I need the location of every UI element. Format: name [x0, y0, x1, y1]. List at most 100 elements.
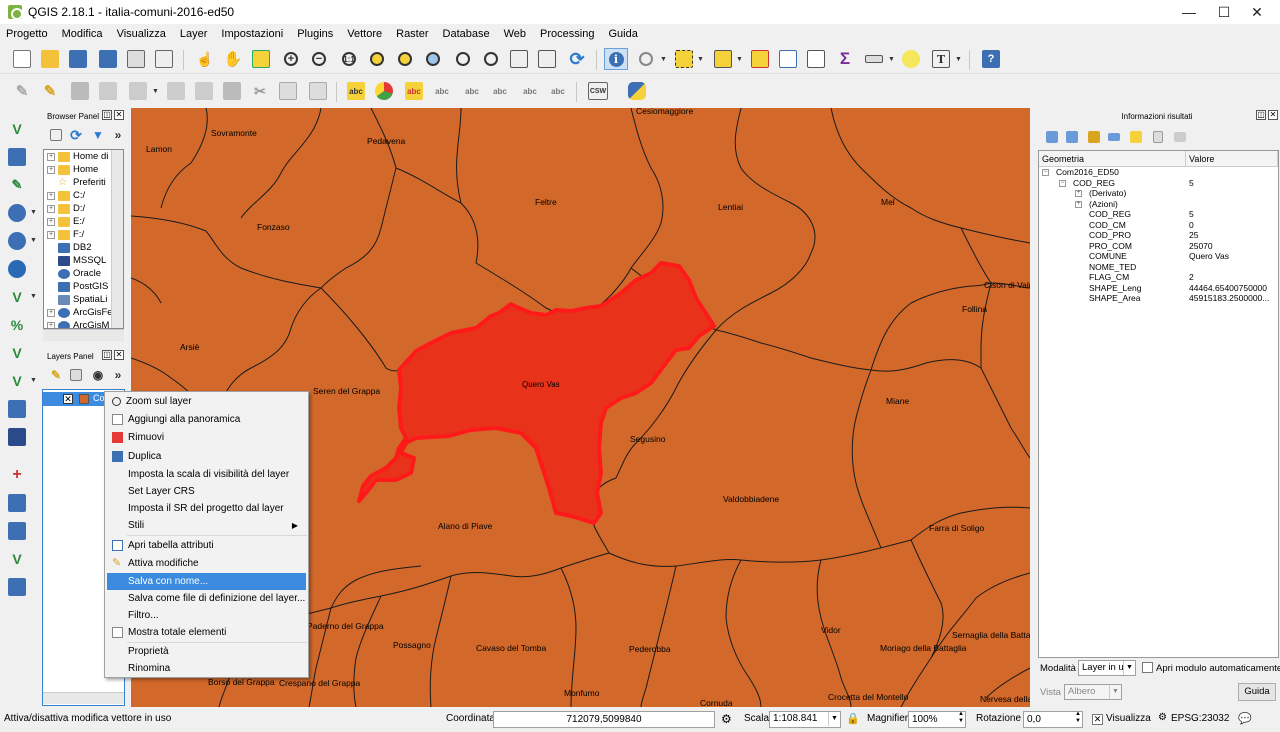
- menu-impostazioni[interactable]: Impostazioni: [214, 26, 290, 44]
- node-tool-icon[interactable]: [164, 80, 188, 102]
- save-edits-icon[interactable]: [68, 80, 92, 102]
- chevron-down-icon[interactable]: ▼: [152, 88, 159, 95]
- refresh-icon[interactable]: ⟳: [565, 48, 589, 70]
- menu-vettore[interactable]: Vettore: [340, 26, 389, 44]
- measure-line-icon[interactable]: [862, 48, 886, 70]
- chevron-down-icon[interactable]: ▼: [30, 377, 37, 384]
- zoom-full-icon[interactable]: [365, 48, 389, 70]
- composer-manager-icon[interactable]: [152, 48, 176, 70]
- toggle-editing-icon[interactable]: ✎: [38, 80, 62, 102]
- menu-item-set-layer-crs[interactable]: Set Layer CRS: [107, 483, 306, 500]
- menu-web[interactable]: Web: [497, 26, 533, 44]
- trash-icon[interactable]: [220, 80, 244, 102]
- copy-features-icon[interactable]: [276, 80, 300, 102]
- touch-zoom-icon[interactable]: ☝: [193, 48, 217, 70]
- zoom-out-icon[interactable]: −: [307, 48, 331, 70]
- highlight-label-icon[interactable]: abc: [402, 80, 426, 102]
- browser-scrollbar[interactable]: [111, 150, 123, 328]
- save-as-icon[interactable]: [96, 48, 120, 70]
- refresh-icon[interactable]: ⟳: [64, 124, 88, 146]
- menu-plugins[interactable]: Plugins: [290, 26, 340, 44]
- zoom-last-icon[interactable]: [451, 48, 475, 70]
- add-wfs-layer-icon[interactable]: V: [6, 286, 28, 308]
- menu-item-properties[interactable]: Proprietà: [107, 643, 306, 660]
- help-icon[interactable]: ?: [979, 48, 1003, 70]
- menu-item-rename[interactable]: Rinomina: [107, 660, 306, 677]
- pan-to-selection-icon[interactable]: [249, 48, 273, 70]
- collapse-tree-icon[interactable]: [1060, 126, 1084, 148]
- add-mesh-layer-icon[interactable]: [6, 576, 28, 598]
- more-icon[interactable]: »: [106, 364, 130, 386]
- print-icon[interactable]: [1168, 126, 1192, 148]
- rotation-field[interactable]: 0,0: [1023, 711, 1083, 728]
- rotate-label-icon[interactable]: abc: [518, 80, 542, 102]
- scale-select[interactable]: 1:108.841 ▼: [769, 711, 841, 728]
- chevron-down-icon[interactable]: ▼: [30, 209, 37, 216]
- magnifier-stepper[interactable]: ▲ ▼: [958, 711, 964, 725]
- print-composer-icon[interactable]: [124, 48, 148, 70]
- rotation-stepper[interactable]: ▲ ▼: [1075, 711, 1081, 725]
- pan-map-icon[interactable]: ✋: [221, 48, 245, 70]
- menu-visualizza[interactable]: Visualizza: [110, 26, 173, 44]
- menu-item-add-to-overview[interactable]: Aggiungi alla panoramica: [107, 411, 306, 428]
- browser-hscrollbar[interactable]: [43, 329, 124, 341]
- change-label-icon[interactable]: abc: [546, 80, 570, 102]
- close-panel-icon[interactable]: ✕: [1268, 110, 1278, 120]
- menu-guida[interactable]: Guida: [601, 26, 644, 44]
- new-map-view-icon[interactable]: [507, 48, 531, 70]
- chevron-down-icon[interactable]: ▼: [30, 293, 37, 300]
- new-project-icon[interactable]: [10, 48, 34, 70]
- lock-scale-icon[interactable]: 🔒: [846, 712, 860, 725]
- float-panel-icon[interactable]: ◫: [102, 110, 112, 120]
- open-project-icon[interactable]: [38, 48, 62, 70]
- selected-municipality-polygon[interactable]: [357, 261, 716, 525]
- coordinate-field[interactable]: 712079,5099840: [493, 711, 715, 728]
- results-attribute-row[interactable]: SHAPE_Leng 44464.65400750000: [1039, 283, 1278, 294]
- labeling-icon[interactable]: abc: [344, 80, 368, 102]
- add-group-icon[interactable]: [64, 364, 88, 386]
- statistics-icon[interactable]: Σ: [833, 48, 857, 70]
- add-mssql-layer-icon[interactable]: [6, 426, 28, 448]
- zoom-to-selection-icon[interactable]: [393, 48, 417, 70]
- zoom-native-icon[interactable]: 1:1: [337, 48, 361, 70]
- add-feature-icon[interactable]: [96, 80, 120, 102]
- float-panel-icon[interactable]: ◫: [102, 350, 112, 360]
- add-postgis-layer-icon[interactable]: [6, 520, 28, 542]
- menu-item-save-layer-definition[interactable]: Salva come file di definizione del layer…: [107, 590, 306, 607]
- menu-item-remove[interactable]: Rimuovi: [107, 429, 306, 446]
- results-attribute-row[interactable]: COD_PRO 25: [1039, 230, 1278, 241]
- chevron-down-icon[interactable]: ▼: [697, 56, 704, 63]
- results-attribute-row[interactable]: COMUNE Quero Vas: [1039, 251, 1278, 262]
- new-bookmark-icon[interactable]: [535, 48, 559, 70]
- add-virtual-layer-icon[interactable]: V: [6, 342, 28, 364]
- delete-selected-icon[interactable]: [192, 80, 216, 102]
- deselect-all-icon[interactable]: [748, 48, 772, 70]
- pin-labels-icon[interactable]: abc: [430, 80, 454, 102]
- add-arcgis-layer-icon[interactable]: V: [6, 548, 28, 570]
- current-edits-icon[interactable]: ✎: [10, 80, 34, 102]
- identify-features-icon[interactable]: i: [604, 48, 628, 70]
- cut-features-icon[interactable]: ✂: [248, 80, 272, 102]
- clear-results-icon[interactable]: [1102, 126, 1126, 148]
- float-panel-icon[interactable]: ◫: [1256, 110, 1266, 120]
- zoom-next-icon[interactable]: [479, 48, 503, 70]
- menu-item-save-as[interactable]: Salva con nome...: [107, 573, 306, 590]
- menu-item-toggle-editing[interactable]: ✎ Attiva modifiche: [107, 555, 306, 572]
- results-attribute-row[interactable]: SHAPE_Area 45915183.2500000...: [1039, 293, 1278, 304]
- layers-hscrollbar[interactable]: [43, 692, 124, 704]
- help-button[interactable]: Guida: [1238, 683, 1276, 701]
- add-delimited-text-icon[interactable]: ✎: [6, 174, 28, 196]
- results-attribute-row[interactable]: COD_CM 0: [1039, 220, 1278, 231]
- crs-label[interactable]: EPSG:23032: [1171, 713, 1229, 724]
- results-attribute-row[interactable]: NOME_TED: [1039, 262, 1278, 273]
- close-panel-icon[interactable]: ✕: [114, 350, 124, 360]
- menu-item-styles[interactable]: Stili ▶: [107, 517, 306, 534]
- add-wcs-layer-icon[interactable]: [6, 258, 28, 280]
- select-by-value-icon[interactable]: [711, 48, 735, 70]
- menu-database[interactable]: Database: [436, 26, 497, 44]
- menu-item-visibility-scale[interactable]: Imposta la scala di visibilità del layer: [107, 466, 306, 483]
- attribute-table-icon[interactable]: [776, 48, 800, 70]
- menu-raster[interactable]: Raster: [389, 26, 435, 44]
- show-labels-icon[interactable]: abc: [460, 80, 484, 102]
- select-features-icon[interactable]: [672, 48, 696, 70]
